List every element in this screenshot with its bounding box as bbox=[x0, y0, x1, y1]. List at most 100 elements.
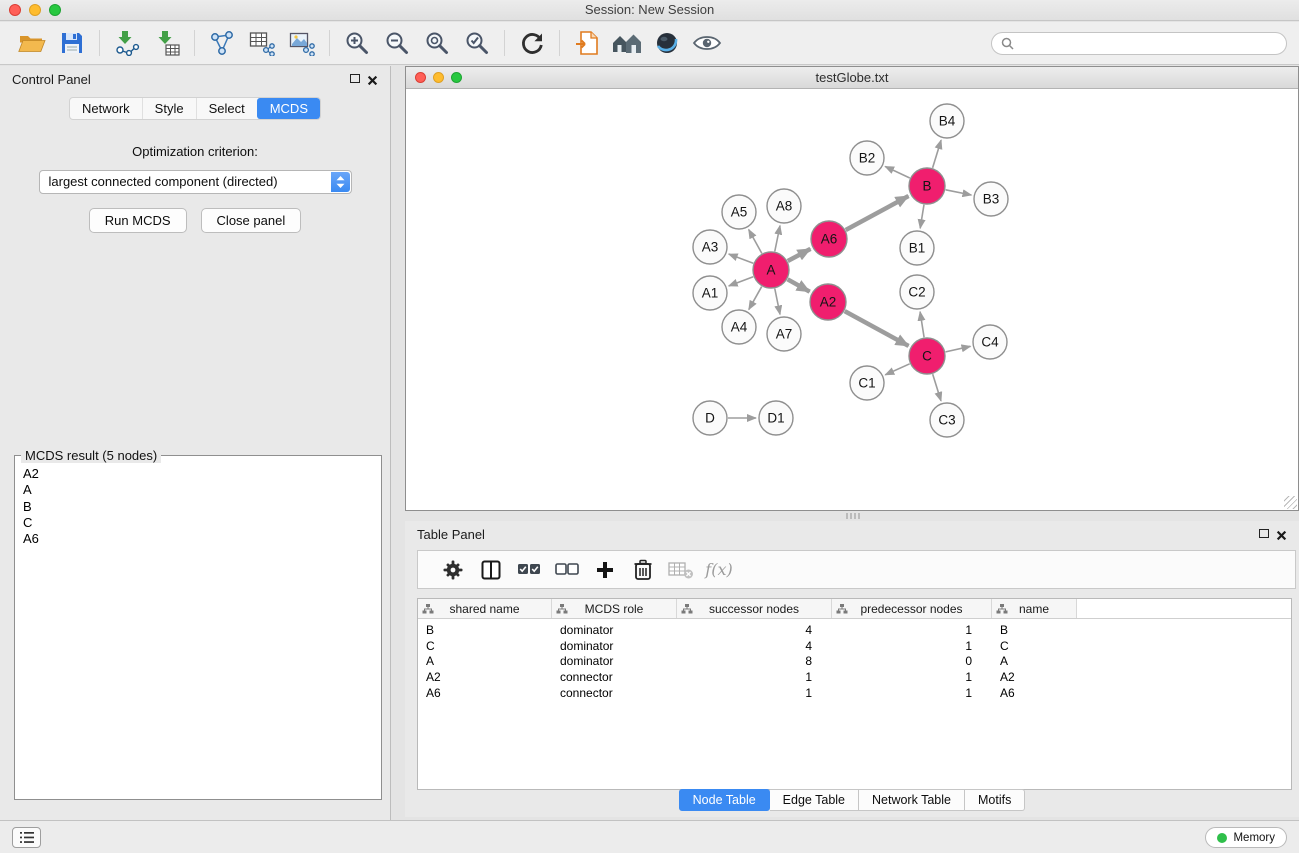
open-file-button[interactable] bbox=[567, 24, 607, 62]
delete-table-button[interactable] bbox=[662, 553, 700, 587]
task-history-button[interactable] bbox=[12, 827, 41, 848]
node-A[interactable]: A bbox=[753, 252, 789, 288]
column-header-predecessor-nodes[interactable]: predecessor nodes bbox=[832, 599, 992, 618]
table-settings-button[interactable] bbox=[434, 553, 472, 587]
tab-select[interactable]: Select bbox=[196, 98, 257, 119]
import-table-button[interactable] bbox=[147, 24, 187, 62]
edge-A-A5[interactable] bbox=[749, 230, 762, 254]
select-all-button[interactable] bbox=[510, 553, 548, 587]
node-A4[interactable]: A4 bbox=[722, 310, 756, 344]
node-B3[interactable]: B3 bbox=[974, 182, 1008, 216]
zoom-in-button[interactable] bbox=[337, 24, 377, 62]
node-C3[interactable]: C3 bbox=[930, 403, 964, 437]
show-graphics-details-button[interactable] bbox=[687, 24, 727, 62]
tab-node-table[interactable]: Node Table bbox=[679, 789, 770, 811]
edge-C-C1[interactable] bbox=[885, 364, 909, 375]
edge-A-A8[interactable] bbox=[775, 226, 780, 252]
node-C[interactable]: C bbox=[909, 338, 945, 374]
node-C4[interactable]: C4 bbox=[973, 325, 1007, 359]
node-A5[interactable]: A5 bbox=[722, 195, 756, 229]
zoom-selected-button[interactable] bbox=[457, 24, 497, 62]
zoom-out-button[interactable] bbox=[377, 24, 417, 62]
tab-motifs[interactable]: Motifs bbox=[965, 789, 1025, 811]
open-session-button[interactable] bbox=[12, 24, 52, 62]
edge-B-B1[interactable] bbox=[920, 205, 924, 228]
mcds-result-item[interactable]: A6 bbox=[23, 531, 373, 547]
tab-edge-table[interactable]: Edge Table bbox=[770, 789, 859, 811]
deselect-all-button[interactable] bbox=[548, 553, 586, 587]
minimize-network-window-button[interactable] bbox=[433, 72, 444, 83]
tab-network-table[interactable]: Network Table bbox=[859, 789, 965, 811]
close-panel-button[interactable]: Close panel bbox=[201, 208, 302, 233]
tab-mcds[interactable]: MCDS bbox=[257, 98, 320, 119]
save-session-button[interactable] bbox=[52, 24, 92, 62]
edge-A2-C[interactable] bbox=[845, 311, 909, 346]
edge-A-A7[interactable] bbox=[775, 289, 780, 315]
column-header-shared-name[interactable]: shared name bbox=[418, 599, 552, 618]
edge-A-A2[interactable] bbox=[788, 279, 810, 291]
mcds-result-item[interactable]: C bbox=[23, 515, 373, 531]
export-image-button[interactable] bbox=[282, 24, 322, 62]
tab-network[interactable]: Network bbox=[70, 98, 142, 119]
edge-A-A3[interactable] bbox=[729, 254, 754, 263]
network-window-titlebar[interactable]: testGlobe.txt bbox=[406, 67, 1298, 89]
edge-A-A1[interactable] bbox=[729, 277, 754, 286]
node-C2[interactable]: C2 bbox=[900, 275, 934, 309]
delete-column-button[interactable] bbox=[624, 553, 662, 587]
node-B2[interactable]: B2 bbox=[850, 141, 884, 175]
network-canvas[interactable]: B4 B2 B B3 A5 A8 A6 A3 B1 A A1 C2 A2 A4 A7 C C4 C1 C3 D D1 bbox=[406, 89, 1298, 510]
edge-B-B3[interactable] bbox=[946, 190, 972, 195]
close-panel-icon[interactable] bbox=[367, 73, 378, 84]
close-window-button[interactable] bbox=[9, 4, 21, 16]
import-network-button[interactable] bbox=[107, 24, 147, 62]
node-B1[interactable]: B1 bbox=[900, 231, 934, 265]
node-C1[interactable]: C1 bbox=[850, 366, 884, 400]
float-panel-icon[interactable] bbox=[350, 74, 360, 83]
zoom-fit-button[interactable] bbox=[417, 24, 457, 62]
table-row[interactable]: Adominator80A bbox=[418, 654, 1291, 670]
node-B4[interactable]: B4 bbox=[930, 104, 964, 138]
node-A1[interactable]: A1 bbox=[693, 276, 727, 310]
run-mcds-button[interactable]: Run MCDS bbox=[89, 208, 187, 233]
column-header-successor-nodes[interactable]: successor nodes bbox=[677, 599, 832, 618]
edge-C-C2[interactable] bbox=[920, 312, 924, 337]
close-network-window-button[interactable] bbox=[415, 72, 426, 83]
table-row[interactable]: A2connector11A2 bbox=[418, 669, 1291, 685]
float-table-panel-icon[interactable] bbox=[1259, 529, 1269, 538]
mcds-result-item[interactable]: A2 bbox=[23, 466, 373, 482]
node-D1[interactable]: D1 bbox=[759, 401, 793, 435]
node-B[interactable]: B bbox=[909, 168, 945, 204]
style-button[interactable] bbox=[647, 24, 687, 62]
table-row[interactable]: Bdominator41B bbox=[418, 622, 1291, 638]
edge-B-B2[interactable] bbox=[885, 166, 910, 178]
close-table-panel-icon[interactable] bbox=[1276, 528, 1287, 539]
home-button[interactable] bbox=[607, 24, 647, 62]
memory-button[interactable]: Memory bbox=[1205, 827, 1287, 848]
node-A6[interactable]: A6 bbox=[811, 221, 847, 257]
edge-B-B4[interactable] bbox=[933, 140, 942, 168]
node-A7[interactable]: A7 bbox=[767, 317, 801, 351]
mcds-result-item[interactable]: A bbox=[23, 482, 373, 498]
table-row[interactable]: Cdominator41C bbox=[418, 638, 1291, 654]
new-network-button[interactable] bbox=[202, 24, 242, 62]
apply-layout-button[interactable] bbox=[512, 24, 552, 62]
add-column-button[interactable] bbox=[586, 553, 624, 587]
node-D[interactable]: D bbox=[693, 401, 727, 435]
table-row[interactable]: A6connector11A6 bbox=[418, 685, 1291, 701]
show-columns-button[interactable] bbox=[472, 553, 510, 587]
splitter-handle[interactable] bbox=[846, 513, 860, 519]
minimize-window-button[interactable] bbox=[29, 4, 41, 16]
new-table-button[interactable] bbox=[242, 24, 282, 62]
tab-style[interactable]: Style bbox=[142, 98, 196, 119]
node-A2[interactable]: A2 bbox=[810, 284, 846, 320]
node-A8[interactable]: A8 bbox=[767, 189, 801, 223]
maximize-network-window-button[interactable] bbox=[451, 72, 462, 83]
search-input[interactable] bbox=[1020, 36, 1277, 50]
edge-A6-B[interactable] bbox=[846, 196, 909, 230]
column-header-name[interactable]: name bbox=[992, 599, 1077, 618]
node-A3[interactable]: A3 bbox=[693, 230, 727, 264]
resize-handle[interactable] bbox=[1284, 496, 1297, 509]
optimization-criterion-select[interactable]: largest connected component (directed) bbox=[39, 170, 352, 194]
maximize-window-button[interactable] bbox=[49, 4, 61, 16]
edge-C-C4[interactable] bbox=[946, 346, 971, 352]
